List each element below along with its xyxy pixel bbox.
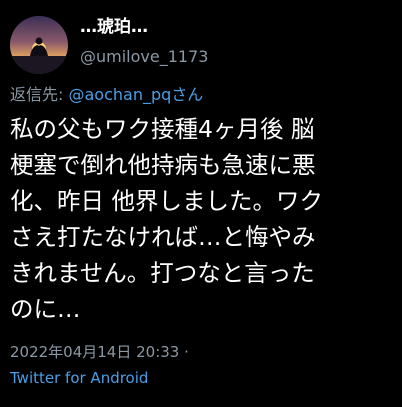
tweet-text: 私の父もワク接種4ヶ月後 脳 梗塞で倒れ他持病も急速に悪 化、昨日 他界しました… bbox=[10, 111, 396, 327]
author-handle[interactable]: @umilove_1173 bbox=[80, 46, 208, 68]
tweet-text-line: のに… bbox=[10, 295, 81, 323]
reply-prefix: 返信先: bbox=[10, 85, 69, 104]
avatar[interactable] bbox=[10, 16, 68, 74]
tweet-text-line: 私の父もワク接種4ヶ月後 脳 bbox=[10, 115, 315, 143]
tweet-timestamp[interactable]: 2022年04月14日 20:33 · bbox=[10, 342, 189, 362]
tweet-text-line: 化、昨日 他界しました。ワク bbox=[10, 187, 323, 215]
reply-context: 返信先: @aochan_pqさん bbox=[10, 84, 203, 106]
sunset-silhouette-icon bbox=[10, 16, 68, 74]
author-display-name[interactable]: …琥珀… bbox=[80, 16, 148, 38]
tweet-text-line: 梗塞で倒れ他持病も急速に悪 bbox=[10, 151, 316, 179]
reply-mention-link[interactable]: @aochan_pqさん bbox=[68, 85, 203, 104]
tweet-text-line: さえ打たなければ…と悔やみ bbox=[10, 223, 316, 251]
tweet-client-link[interactable]: Twitter for Android bbox=[10, 367, 148, 389]
tweet-text-line: きれません。打つなと言った bbox=[10, 259, 315, 287]
